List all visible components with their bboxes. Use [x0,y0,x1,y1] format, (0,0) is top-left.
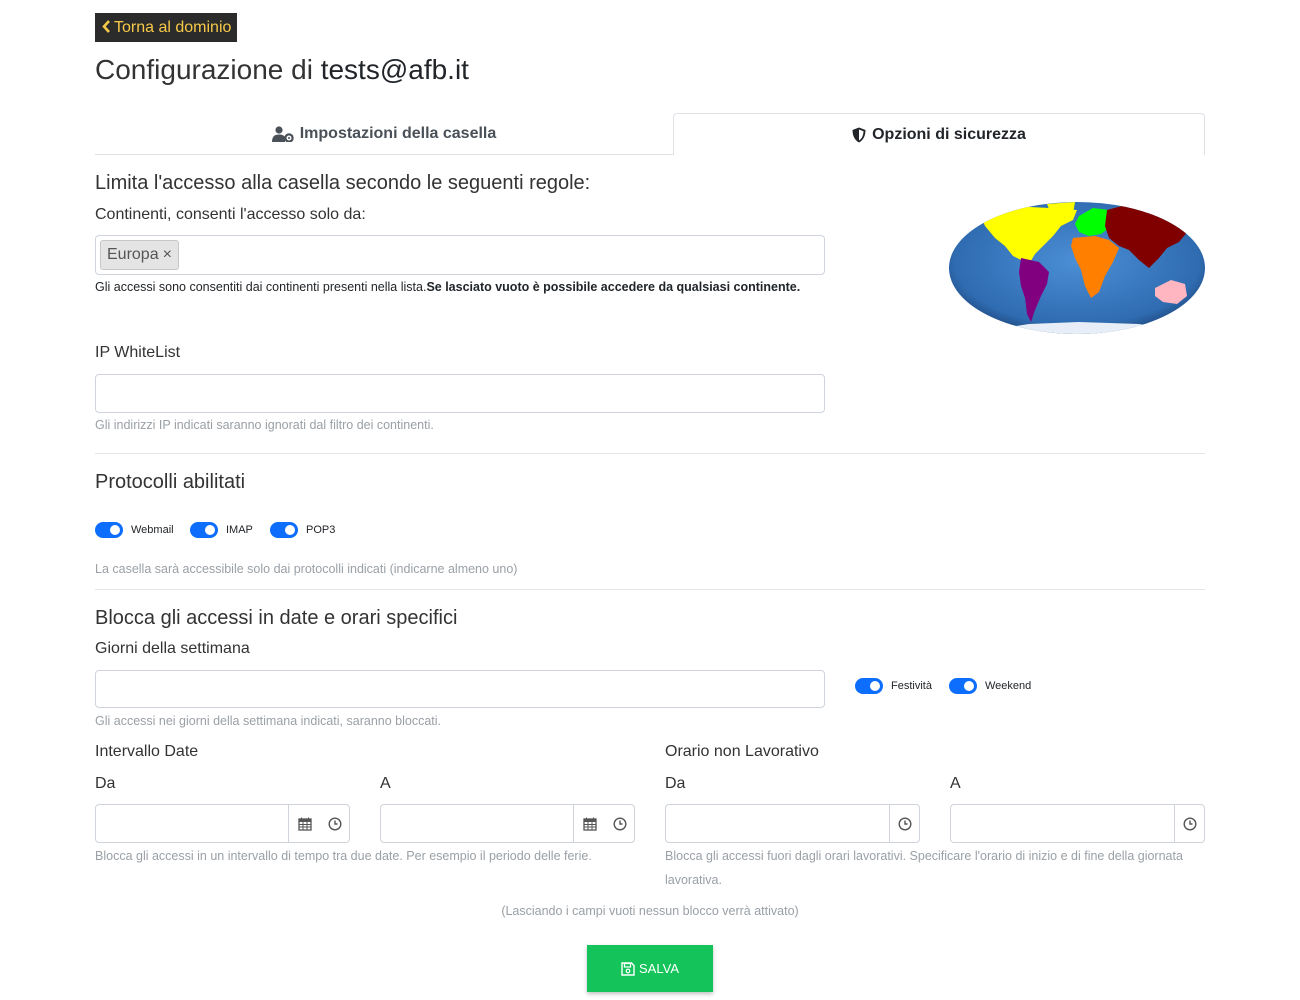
page-title-prefix: Configurazione di [95,54,321,85]
date-to-input[interactable] [381,805,573,842]
weekdays-help: Gli accessi nei giorni della settimana i… [95,714,442,728]
chip-remove-icon[interactable]: × [163,246,172,263]
continents-help-text: Gli accessi sono consentiti dai continen… [95,280,427,294]
time-to-input[interactable] [951,805,1174,842]
protocols-heading: Protocolli abilitati [95,471,246,493]
date-to-label: A [380,775,391,792]
webmail-toggle[interactable] [95,522,123,538]
continents-label: Continenti, consenti l'accesso solo da: [95,206,366,223]
empty-fields-note: (Lasciando i campi vuoti nessun blocco v… [501,904,799,918]
divider [95,453,1205,454]
webmail-label: Webmail [131,524,174,536]
calendar-icon[interactable] [289,805,320,842]
holidays-toggle[interactable] [855,678,883,694]
back-to-domain-button[interactable]: Torna al dominio [95,13,237,42]
protocol-pop3: POP3 [270,522,335,538]
protocol-webmail: Webmail [95,522,174,538]
save-button[interactable]: SALVA [587,945,713,992]
weekend-toggle[interactable] [949,678,977,694]
chevron-left-icon [102,20,110,33]
time-from-label: Da [665,775,686,792]
date-to-picker [380,804,635,843]
world-map [949,202,1205,334]
date-range-label: Intervallo Date [95,743,199,760]
clock-icon[interactable] [1174,805,1205,842]
continent-chip-europa: Europa × [100,240,179,270]
weekdays-select[interactable] [95,670,825,708]
continents-select[interactable]: Europa × [95,235,825,275]
continents-help: Gli accessi sono consentiti dai continen… [95,280,800,294]
continent-chip-label: Europa [107,246,159,263]
tab-mailbox-settings-label: Impostazioni della casella [299,124,497,142]
save-label: SALVA [639,961,679,976]
non-working-help-line1: Blocca gli accessi fuori dagli orari lav… [665,849,1183,863]
weekdays-label: Giorni della settimana [95,640,250,657]
access-rules-heading: Limita l'accesso alla casella secondo le… [95,172,591,194]
date-from-input[interactable] [96,805,288,842]
holidays-option: Festività [855,678,932,694]
protocols-help: La casella sarà accessibile solo dai pro… [95,562,518,576]
time-to-picker [950,804,1205,843]
date-from-picker [95,804,350,843]
page-title: Configurazione di tests@afb.it [95,54,469,86]
continents-help-bold: Se lasciato vuoto è possibile accedere d… [426,280,801,294]
clock-icon[interactable] [319,805,350,842]
floppy-disk-icon [621,961,635,976]
non-working-help-line2: lavorativa. [665,873,722,887]
weekend-label: Weekend [985,680,1032,692]
tab-security-options-label: Opzioni di sicurezza [872,125,1026,143]
holidays-label: Festività [891,680,932,692]
imap-label: IMAP [226,524,253,536]
time-to-label: A [950,775,961,792]
pop3-toggle[interactable] [270,522,298,538]
ip-whitelist-input[interactable] [95,374,825,413]
weekend-option: Weekend [949,678,1031,694]
imap-toggle[interactable] [190,522,218,538]
protocol-imap: IMAP [190,522,253,538]
ip-whitelist-help: Gli indirizzi IP indicati saranno ignora… [95,418,434,432]
page-title-email: tests@afb.it [320,54,469,85]
time-from-input[interactable] [666,805,889,842]
date-from-label: Da [95,775,116,792]
calendar-icon[interactable] [574,805,605,842]
shield-icon [852,127,866,142]
user-gear-icon [271,125,294,142]
map-antarctica [949,322,1205,334]
divider [95,589,1205,590]
pop3-label: POP3 [306,524,336,536]
ip-whitelist-label: IP WhiteList [95,344,181,361]
date-range-help: Blocca gli accessi in un intervallo di t… [95,849,592,863]
tab-mailbox-settings[interactable]: Impostazioni della casella [95,113,673,155]
block-heading: Blocca gli accessi in date e orari speci… [95,607,458,629]
time-from-picker [665,804,920,843]
clock-icon[interactable] [604,805,635,842]
clock-icon[interactable] [889,805,920,842]
back-label: Torna al dominio [114,19,232,36]
non-working-label: Orario non Lavorativo [665,743,819,760]
tab-security-options[interactable]: Opzioni di sicurezza [673,113,1205,155]
